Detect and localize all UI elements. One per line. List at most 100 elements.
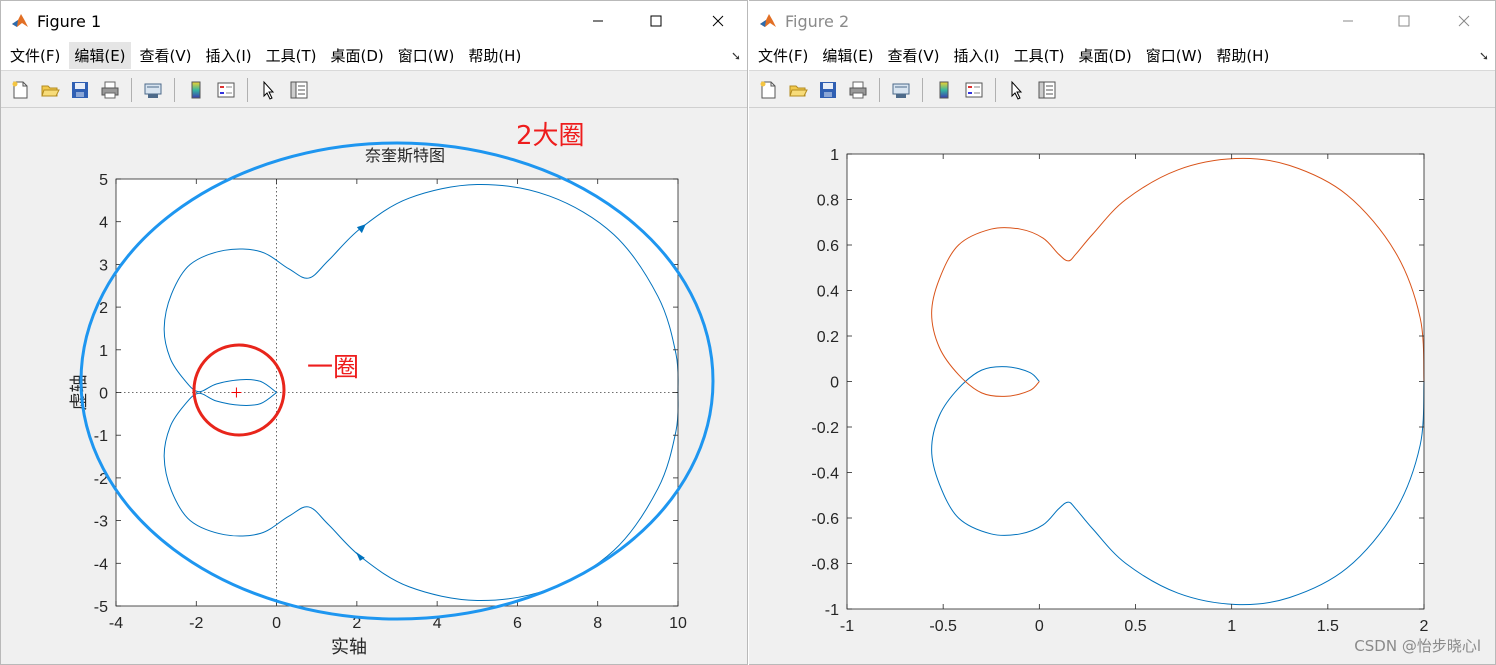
window-title: Figure 1 [37, 11, 102, 31]
menu-window[interactable]: 窗口(W) [393, 42, 460, 69]
link-plot-icon[interactable] [889, 78, 913, 102]
menubar: 文件(F) 编辑(E) 查看(V) 插入(I) 工具(T) 桌面(D) 窗口(W… [1, 41, 747, 71]
menu-view[interactable]: 查看(V) [883, 42, 945, 69]
menubar: 文件(F) 编辑(E) 查看(V) 插入(I) 工具(T) 桌面(D) 窗口(W… [749, 41, 1495, 71]
polar-curve-chart[interactable]: -1 -0.5 0 0.5 1 1.5 2 -1 -0.8 -0.6 -0.4 -0.2 0 0.2 0.4… [749, 109, 1495, 665]
x-tick-label: -4 [109, 615, 123, 632]
y-tick-label: 0.4 [817, 284, 839, 301]
x-axis-label: 实轴 [331, 637, 367, 658]
minimize-icon [593, 20, 603, 22]
close-icon [712, 15, 724, 27]
y-tick-label: -1 [94, 428, 108, 445]
dock-arrow-icon[interactable]: ➘ [731, 49, 741, 63]
menu-edit[interactable]: 编辑(E) [69, 42, 131, 69]
menu-tools[interactable]: 工具(T) [1009, 42, 1070, 69]
toolbar-separator [879, 77, 880, 102]
figure2-titlebar[interactable]: Figure 2 [749, 1, 1495, 41]
y-tick-label: -0.8 [811, 557, 839, 574]
maximize-icon [650, 15, 662, 27]
open-icon[interactable] [38, 78, 62, 102]
x-tick-label: 1.5 [1317, 618, 1339, 635]
x-tick-label: 0.5 [1124, 618, 1146, 635]
close-button[interactable] [689, 1, 747, 41]
edit-plot-icon[interactable] [257, 78, 281, 102]
matlab-logo-icon [11, 12, 29, 30]
y-tick-label: -3 [94, 514, 108, 531]
insert-colorbar-icon[interactable] [184, 78, 208, 102]
y-tick-label: -5 [94, 599, 108, 616]
menu-tools[interactable]: 工具(T) [261, 42, 322, 69]
menu-desktop[interactable]: 桌面(D) [1074, 42, 1137, 69]
figure1-window: Figure 1 文件(F) 编辑(E) 查看(V) 插入(I) 工具(T) 桌… [0, 0, 748, 665]
figure-toolbar [1, 72, 747, 108]
menu-file[interactable]: 文件(F) [753, 42, 813, 69]
x-tick-label: 10 [669, 615, 687, 632]
print-icon[interactable] [846, 78, 870, 102]
maximize-button[interactable] [627, 1, 685, 41]
y-tick-label: 0.2 [817, 329, 839, 346]
x-tick-label: 0 [272, 615, 281, 632]
menu-window[interactable]: 窗口(W) [1141, 42, 1208, 69]
plot-area [847, 154, 1424, 609]
x-tick-label: 2 [1420, 618, 1429, 635]
menu-view[interactable]: 查看(V) [135, 42, 197, 69]
menu-file[interactable]: 文件(F) [5, 42, 65, 69]
x-tick-label: 8 [593, 615, 602, 632]
y-tick-label: 4 [99, 215, 108, 232]
toolbar-separator [995, 77, 996, 102]
annotation-big-circle-label: 2大圈 [516, 121, 585, 151]
x-tick-label: -0.5 [929, 618, 957, 635]
dock-arrow-icon[interactable]: ➘ [1479, 49, 1489, 63]
minimize-icon [1343, 20, 1353, 22]
save-icon[interactable] [68, 78, 92, 102]
menu-help[interactable]: 帮助(H) [1211, 42, 1274, 69]
y-tick-label: 0 [830, 375, 839, 392]
figure-toolbar [749, 72, 1495, 108]
matlab-logo-icon [759, 12, 777, 30]
y-tick-label: 1 [99, 343, 108, 360]
y-tick-label: 0.6 [817, 238, 839, 255]
figure2-canvas[interactable]: -1 -0.5 0 0.5 1 1.5 2 -1 -0.8 -0.6 -0.4 -0.2 0 0.2 0.4… [749, 109, 1495, 664]
menu-help[interactable]: 帮助(H) [463, 42, 526, 69]
property-inspector-icon[interactable] [1035, 78, 1059, 102]
open-icon[interactable] [786, 78, 810, 102]
print-icon[interactable] [98, 78, 122, 102]
figure1-canvas[interactable]: -4 -2 0 2 4 6 8 10 -5 -4 -3 -2 -1 0 1 2 3 4 5 奈奎斯特图 实轴 虚轴 2大圈… [1, 109, 747, 664]
figure2-window: Figure 2 文件(F) 编辑(E) 查看(V) 插入(I) 工具(T) 桌… [749, 0, 1496, 665]
property-inspector-icon[interactable] [287, 78, 311, 102]
y-tick-label: 5 [99, 172, 108, 189]
menu-insert[interactable]: 插入(I) [949, 42, 1005, 69]
minimize-button[interactable] [569, 1, 627, 41]
figure1-titlebar[interactable]: Figure 1 [1, 1, 747, 41]
minimize-button[interactable] [1319, 1, 1377, 41]
y-tick-label: -0.4 [811, 466, 839, 483]
maximize-button[interactable] [1375, 1, 1433, 41]
edit-plot-icon[interactable] [1005, 78, 1029, 102]
insert-legend-icon[interactable] [962, 78, 986, 102]
toolbar-separator [247, 77, 248, 102]
watermark: CSDN @怡步晓心l [1354, 637, 1481, 655]
y-tick-label: -1 [825, 602, 839, 619]
y-tick-label: 2 [99, 300, 108, 317]
link-plot-icon[interactable] [141, 78, 165, 102]
x-tick-label: -1 [840, 618, 854, 635]
menu-insert[interactable]: 插入(I) [201, 42, 257, 69]
nyquist-chart[interactable]: -4 -2 0 2 4 6 8 10-5-4-3-2-1012345奈奎斯特图实轴虚轴 [1, 109, 747, 665]
window-title: Figure 2 [785, 11, 850, 31]
new-figure-icon[interactable] [8, 78, 32, 102]
close-icon [1458, 15, 1470, 27]
toolbar-separator [922, 77, 923, 102]
new-figure-icon[interactable] [756, 78, 780, 102]
maximize-icon [1398, 15, 1410, 27]
y-axis-label: 虚轴 [69, 375, 90, 411]
annotation-small-circle-label: 一圈 [307, 353, 360, 383]
toolbar-separator [174, 77, 175, 102]
y-tick-label: 3 [99, 257, 108, 274]
menu-edit[interactable]: 编辑(E) [817, 42, 878, 69]
insert-colorbar-icon[interactable] [932, 78, 956, 102]
y-tick-label: 0 [99, 386, 108, 403]
save-icon[interactable] [816, 78, 840, 102]
insert-legend-icon[interactable] [214, 78, 238, 102]
close-button[interactable] [1435, 1, 1493, 41]
menu-desktop[interactable]: 桌面(D) [326, 42, 389, 69]
